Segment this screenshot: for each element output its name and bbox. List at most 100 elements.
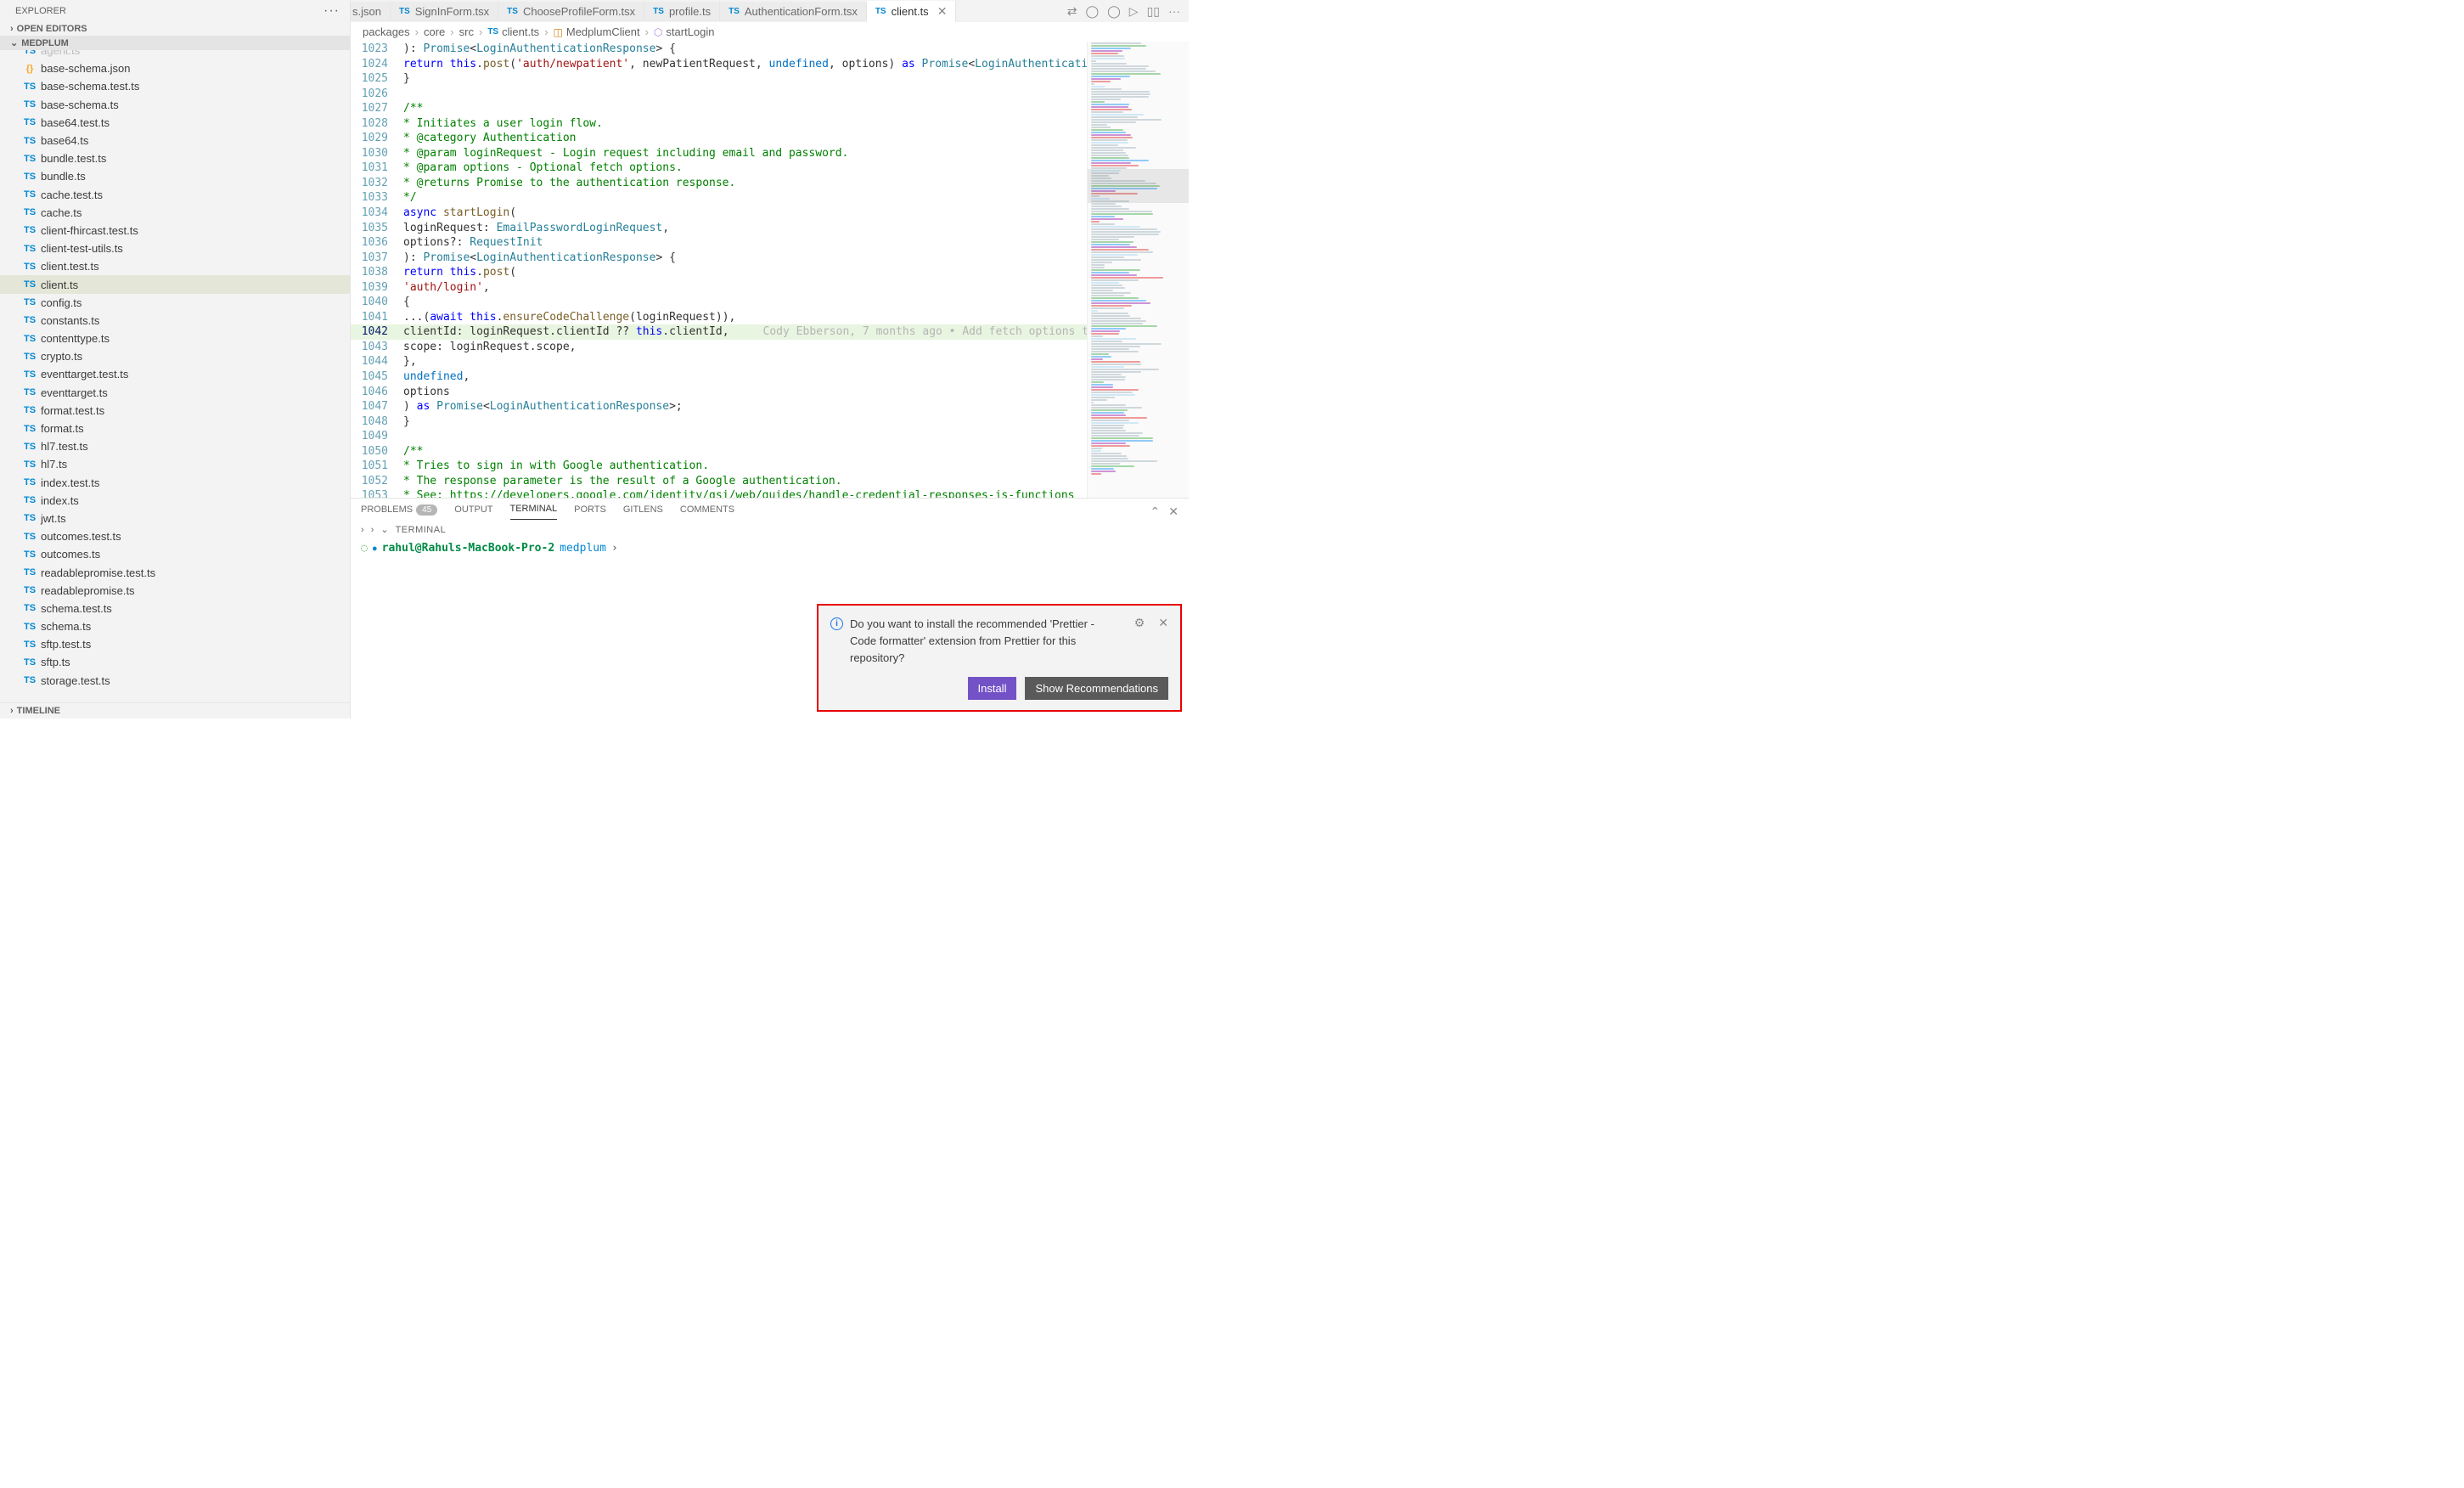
file-item[interactable]: TSjwt.ts xyxy=(0,510,350,527)
code-line[interactable]: 1031 * @param options - Optional fetch o… xyxy=(351,161,1189,176)
code-line[interactable]: 1045 undefined, xyxy=(351,369,1189,385)
notification-settings-icon[interactable]: ⚙ xyxy=(1134,616,1145,630)
code-line[interactable]: 1024 return this.post('auth/newpatient',… xyxy=(351,57,1189,72)
file-item[interactable]: TSsftp.ts xyxy=(0,653,350,671)
minimap[interactable] xyxy=(1087,42,1189,498)
run-icon[interactable]: ▷ xyxy=(1129,4,1139,19)
file-item[interactable]: TScontenttype.ts xyxy=(0,330,350,347)
file-item[interactable]: TSeventtarget.ts xyxy=(0,384,350,402)
editor-tab[interactable]: TSprofile.ts xyxy=(644,2,720,21)
code-editor[interactable]: 1023 ): Promise<LoginAuthenticationRespo… xyxy=(351,42,1189,498)
file-item[interactable]: TSschema.test.ts xyxy=(0,600,350,617)
crumb-packages[interactable]: packages xyxy=(363,25,410,38)
code-line[interactable]: 1042 clientId: loginRequest.clientId ?? … xyxy=(351,324,1189,340)
panel-tab-ports[interactable]: PORTS xyxy=(574,504,606,520)
crumb-src[interactable]: src xyxy=(459,25,474,38)
editor-tab[interactable]: TSclient.ts✕ xyxy=(867,1,957,22)
maximize-panel-icon[interactable]: ⌃ xyxy=(1150,504,1161,518)
file-item[interactable]: TSbase-schema.test.ts xyxy=(0,77,350,95)
breadcrumb[interactable]: packages› core› src› TSclient.ts› ◫Medpl… xyxy=(351,22,1189,42)
file-item[interactable]: TSclient.test.ts xyxy=(0,257,350,275)
editor-tab[interactable]: TSAuthenticationForm.tsx xyxy=(720,2,867,21)
file-item[interactable]: {}base-schema.json xyxy=(0,59,350,77)
code-line[interactable]: 1051 * Tries to sign in with Google auth… xyxy=(351,459,1189,474)
file-item[interactable]: TSformat.ts xyxy=(0,420,350,437)
file-item[interactable]: TShl7.test.ts xyxy=(0,437,350,455)
panel-tab-output[interactable]: OUTPUT xyxy=(454,504,492,520)
file-item[interactable]: TSbase64.test.ts xyxy=(0,114,350,132)
close-panel-icon[interactable]: ✕ xyxy=(1168,504,1179,518)
code-line[interactable]: 1030 * @param loginRequest - Login reque… xyxy=(351,146,1189,161)
minimap-slider[interactable] xyxy=(1088,169,1189,203)
file-item[interactable]: TShl7.ts xyxy=(0,455,350,473)
code-line[interactable]: 1043 scope: loginRequest.scope, xyxy=(351,340,1189,355)
code-line[interactable]: 1050 /** xyxy=(351,444,1189,459)
code-line[interactable]: 1048 } xyxy=(351,414,1189,430)
file-item[interactable]: TScache.ts xyxy=(0,204,350,222)
panel-tab-terminal[interactable]: TERMINAL xyxy=(510,504,558,520)
file-item[interactable]: TSoutcomes.ts xyxy=(0,545,350,563)
file-item[interactable]: TSagent.ts xyxy=(0,50,350,59)
code-line[interactable]: 1034 async startLogin( xyxy=(351,206,1189,221)
code-line[interactable]: 1029 * @category Authentication xyxy=(351,131,1189,146)
file-item[interactable]: TSbundle.test.ts xyxy=(0,149,350,167)
code-line[interactable]: 1047 ) as Promise<LoginAuthenticationRes… xyxy=(351,399,1189,414)
code-line[interactable]: 1049 xyxy=(351,429,1189,444)
terminal-next-icon[interactable]: › xyxy=(371,525,374,535)
crumb-core[interactable]: core xyxy=(424,25,445,38)
open-editors-section[interactable]: OPEN EDITORS xyxy=(0,22,350,36)
notification-close-icon[interactable]: ✕ xyxy=(1158,616,1168,630)
install-button[interactable]: Install xyxy=(968,677,1017,700)
file-item[interactable]: TSstorage.test.ts xyxy=(0,672,350,690)
next-icon[interactable]: ◯ xyxy=(1107,4,1121,19)
crumb-class[interactable]: ◫MedplumClient xyxy=(554,25,640,38)
file-item[interactable]: TSschema.ts xyxy=(0,617,350,635)
code-line[interactable]: 1041 ...(await this.ensureCodeChallenge(… xyxy=(351,310,1189,325)
file-item[interactable]: TSbase64.ts xyxy=(0,132,350,149)
panel-tab-problems[interactable]: PROBLEMS45 xyxy=(361,504,437,520)
prev-icon[interactable]: ◯ xyxy=(1085,4,1099,19)
code-line[interactable]: 1046 options xyxy=(351,385,1189,400)
panel-tab-gitlens[interactable]: GITLENS xyxy=(623,504,663,520)
code-line[interactable]: 1035 loginRequest: EmailPasswordLoginReq… xyxy=(351,221,1189,236)
more-icon[interactable]: ··· xyxy=(1168,4,1180,18)
code-line[interactable]: 1023 ): Promise<LoginAuthenticationRespo… xyxy=(351,42,1189,57)
file-item[interactable]: TSformat.test.ts xyxy=(0,402,350,420)
file-item[interactable]: TSeventtarget.test.ts xyxy=(0,365,350,383)
editor-tab[interactable]: TSSignInForm.tsx xyxy=(391,2,498,21)
file-item[interactable]: TSoutcomes.test.ts xyxy=(0,527,350,545)
file-item[interactable]: TSreadablepromise.test.ts xyxy=(0,563,350,581)
split-icon[interactable]: ▯▯ xyxy=(1147,4,1160,19)
crumb-method[interactable]: ⬡startLogin xyxy=(654,25,715,38)
file-item[interactable]: TSindex.test.ts xyxy=(0,474,350,492)
file-item[interactable]: TSclient-fhircast.test.ts xyxy=(0,222,350,240)
code-line[interactable]: 1044 }, xyxy=(351,354,1189,369)
file-item[interactable]: TScache.test.ts xyxy=(0,186,350,204)
file-item[interactable]: TScrypto.ts xyxy=(0,347,350,365)
file-list[interactable]: TSagent.ts{}base-schema.jsonTSbase-schem… xyxy=(0,50,350,702)
code-line[interactable]: 1039 'auth/login', xyxy=(351,280,1189,296)
code-line[interactable]: 1040 { xyxy=(351,295,1189,310)
code-line[interactable]: 1025 } xyxy=(351,71,1189,87)
code-line[interactable]: 1053 * See: https://developers.google.co… xyxy=(351,488,1189,498)
compare-icon[interactable]: ⇄ xyxy=(1067,4,1077,19)
crumb-file[interactable]: TSclient.ts xyxy=(487,25,539,38)
code-line[interactable]: 1026 xyxy=(351,87,1189,102)
code-line[interactable]: 1028 * Initiates a user login flow. xyxy=(351,116,1189,132)
file-item[interactable]: TSbundle.ts xyxy=(0,167,350,185)
code-line[interactable]: 1033 */ xyxy=(351,190,1189,206)
code-line[interactable]: 1032 * @returns Promise to the authentic… xyxy=(351,176,1189,191)
code-line[interactable]: 1037 ): Promise<LoginAuthenticationRespo… xyxy=(351,251,1189,266)
file-item[interactable]: TSconfig.ts xyxy=(0,294,350,312)
file-item[interactable]: TSreadablepromise.ts xyxy=(0,582,350,600)
panel-tab-comments[interactable]: COMMENTS xyxy=(680,504,734,520)
code-line[interactable]: 1052 * The response parameter is the res… xyxy=(351,474,1189,489)
timeline-section[interactable]: TIMELINE xyxy=(0,702,350,719)
file-item[interactable]: TSclient.ts xyxy=(0,275,350,293)
editor-tab[interactable]: s.json xyxy=(351,2,391,21)
file-item[interactable]: TSbase-schema.ts xyxy=(0,96,350,114)
code-line[interactable]: 1036 options?: RequestInit xyxy=(351,235,1189,251)
show-recommendations-button[interactable]: Show Recommendations xyxy=(1025,677,1168,700)
file-item[interactable]: TSconstants.ts xyxy=(0,312,350,330)
sidebar-more-icon[interactable]: ··· xyxy=(323,3,340,19)
